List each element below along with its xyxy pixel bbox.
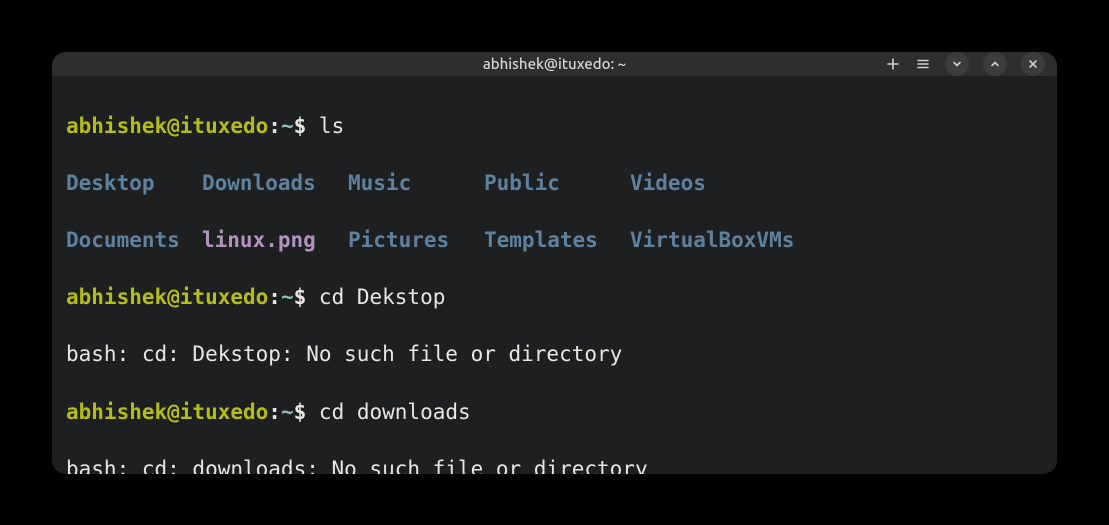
terminal-window: abhishek@ituxedo: ~ abhishek@ituxedo:~$ … <box>52 52 1057 474</box>
prompt-symbol: $ <box>294 114 307 138</box>
prompt-symbol: $ <box>294 400 307 424</box>
prompt-userhost: abhishek@ituxedo <box>66 285 268 309</box>
command-text: cd downloads <box>319 400 471 424</box>
error-output: bash: cd: downloads: No such file or dir… <box>66 455 1043 474</box>
ls-item: Documents <box>66 226 202 255</box>
plus-icon <box>886 57 900 71</box>
prompt-sep: : <box>268 400 281 424</box>
ls-item: Templates <box>484 226 630 255</box>
ls-item: Videos <box>630 169 706 198</box>
chevron-down-icon <box>951 58 963 70</box>
prompt-path: ~ <box>281 114 294 138</box>
maximize-button[interactable] <box>983 52 1007 76</box>
ls-item: Public <box>484 169 630 198</box>
prompt-line: abhishek@ituxedo:~$ ls <box>66 112 1043 141</box>
prompt-userhost: abhishek@ituxedo <box>66 114 268 138</box>
ls-item: VirtualBoxVMs <box>630 226 794 255</box>
new-tab-button[interactable] <box>885 56 901 72</box>
terminal-body[interactable]: abhishek@ituxedo:~$ ls DesktopDownloadsM… <box>52 76 1057 474</box>
prompt-line: abhishek@ituxedo:~$ cd Dekstop <box>66 283 1043 312</box>
ls-output-row: Documentslinux.pngPicturesTemplatesVirtu… <box>66 226 1043 255</box>
hamburger-icon <box>916 57 930 71</box>
close-icon <box>1027 58 1039 70</box>
close-button[interactable] <box>1021 52 1045 76</box>
ls-item: linux.png <box>202 226 348 255</box>
prompt-line: abhishek@ituxedo:~$ cd downloads <box>66 398 1043 427</box>
error-output: bash: cd: Dekstop: No such file or direc… <box>66 340 1043 369</box>
prompt-sep: : <box>268 114 281 138</box>
ls-item: Downloads <box>202 169 348 198</box>
titlebar-controls <box>885 52 1045 76</box>
command-text: ls <box>319 114 344 138</box>
prompt-path: ~ <box>281 400 294 424</box>
minimize-button[interactable] <box>945 52 969 76</box>
titlebar: abhishek@ituxedo: ~ <box>52 52 1057 76</box>
ls-item: Desktop <box>66 169 202 198</box>
menu-button[interactable] <box>915 56 931 72</box>
command-text: cd Dekstop <box>319 285 445 309</box>
ls-output-row: DesktopDownloadsMusicPublicVideos <box>66 169 1043 198</box>
ls-item: Pictures <box>348 226 484 255</box>
prompt-userhost: abhishek@ituxedo <box>66 400 268 424</box>
chevron-up-icon <box>989 58 1001 70</box>
ls-item: Music <box>348 169 484 198</box>
prompt-sep: : <box>268 285 281 309</box>
prompt-path: ~ <box>281 285 294 309</box>
prompt-symbol: $ <box>294 285 307 309</box>
